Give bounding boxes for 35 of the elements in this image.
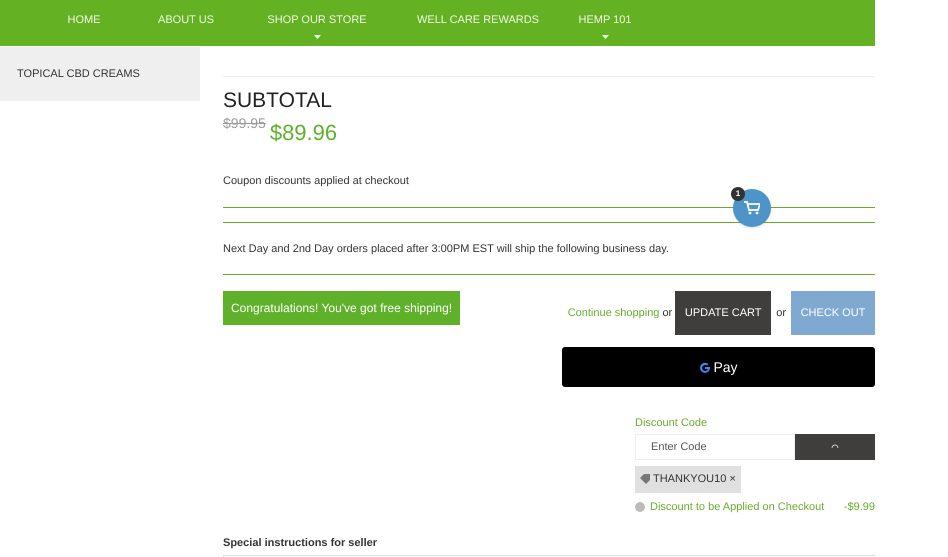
nav-link[interactable]: HOME bbox=[68, 12, 100, 28]
nav-link[interactable]: HEMP 101 bbox=[578, 12, 632, 28]
free-shipping-banner: Congratulations! You've got free shipping! bbox=[223, 291, 460, 325]
coupon-note: Coupon discounts applied at checkout bbox=[223, 174, 410, 189]
caret-icon bbox=[602, 34, 608, 38]
discount-amount: -$9.99 bbox=[844, 500, 875, 514]
google-pay-button[interactable]: Pay bbox=[562, 347, 875, 387]
shipping-note: Next Day and 2nd Day orders placed after 3:00PM EST will ship the following business day. bbox=[223, 242, 670, 256]
cart-icon bbox=[744, 201, 760, 215]
nav-link[interactable]: SHOP OUR STORE bbox=[267, 12, 367, 28]
tag-icon bbox=[640, 474, 650, 484]
spinner-icon bbox=[831, 444, 839, 449]
cart-count-badge: 1 bbox=[731, 187, 745, 201]
discount-note: Discount to be Applied on Checkout bbox=[650, 500, 824, 514]
cart-button[interactable] bbox=[733, 189, 771, 227]
sidebar-item[interactable]: TOPICAL CBD CREAMS bbox=[17, 66, 140, 82]
subtotal-title: SUBTOTAL bbox=[223, 90, 333, 111]
update-cart-button[interactable]: UPDATE CART bbox=[675, 291, 772, 335]
or-text: or bbox=[662, 306, 672, 321]
remove-button[interactable]: × bbox=[729, 470, 736, 488]
discount-icon bbox=[635, 502, 645, 512]
original-price: $99.95 bbox=[223, 114, 266, 133]
instructions-label: Special instructions for seller bbox=[223, 536, 378, 551]
nav-link[interactable]: ABOUT US bbox=[158, 12, 214, 28]
continue-shopping-link[interactable]: Continue shopping bbox=[568, 304, 660, 322]
or-text: or bbox=[776, 306, 786, 321]
discount-code-label: Discount Code bbox=[635, 416, 708, 431]
google-g-icon bbox=[699, 361, 712, 373]
checkout-button[interactable]: CHECK OUT bbox=[791, 291, 875, 335]
code-input-field[interactable]: Enter Code bbox=[635, 434, 795, 460]
caret-icon bbox=[314, 34, 320, 38]
sale-price: $89.96 bbox=[270, 119, 338, 147]
nav-link[interactable]: WELL CARE REWARDS bbox=[416, 12, 540, 28]
apply-button[interactable] bbox=[795, 434, 875, 460]
coupon-code: THANKYOU10 bbox=[653, 472, 726, 487]
